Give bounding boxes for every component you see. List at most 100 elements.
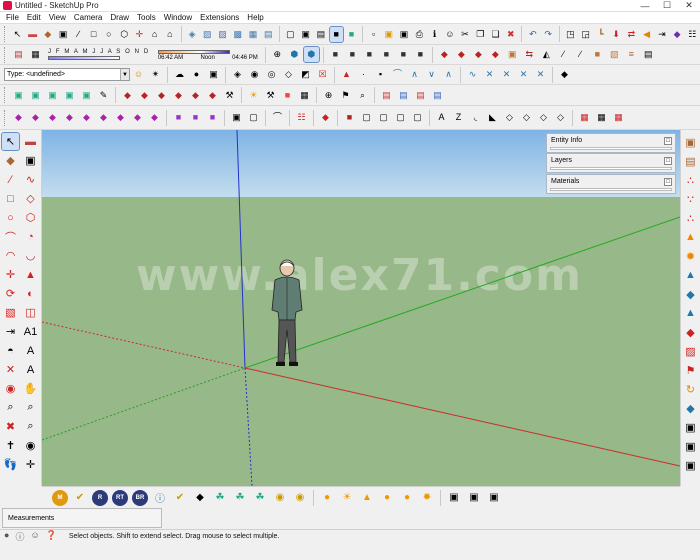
frame-2-icon[interactable]: ▣ [466,490,482,506]
stair-icon[interactable]: ┗ [594,27,607,42]
push-pull-icon[interactable]: ⬇ [609,27,622,42]
menu-view[interactable]: View [45,13,70,22]
3d-text-tool-icon[interactable]: A [22,361,39,378]
purple-cube-1-icon[interactable]: ■ [171,110,186,125]
push-pull-tool-icon[interactable]: ▲ [22,266,39,283]
materials-title[interactable]: Materials [551,178,579,185]
right-view-icon[interactable]: ▩ [231,27,244,42]
shape-d-icon[interactable]: ▨ [683,342,699,360]
settings-icon[interactable]: ◉ [292,490,308,506]
shape-1-icon[interactable]: ◈ [230,67,245,82]
previous-view-tool-icon[interactable]: ⌕ [22,418,39,435]
orbit-tool-icon[interactable]: ◉ [2,380,19,397]
section-tool-icon[interactable]: ✛ [22,456,39,473]
protractor-tool-icon[interactable]: ◓ [2,342,19,359]
shape-c-icon[interactable]: ◆ [683,323,699,341]
search-icon[interactable]: ⌕ [355,88,370,103]
badge-rt-icon[interactable]: RT [112,489,128,506]
solid-5-icon[interactable]: ▣ [79,88,94,103]
shadow-date-track[interactable] [48,56,120,60]
pan-tool-icon[interactable]: ✋ [22,380,39,397]
tag-ok-icon[interactable]: ✔ [72,490,88,506]
cross-3-icon[interactable]: ✕ [516,67,531,82]
print-icon[interactable]: ⎙ [413,27,426,42]
bevel-4-icon[interactable]: ◇ [553,110,568,125]
smoove-icon[interactable]: ◭ [539,47,554,62]
save-icon[interactable]: ▣ [397,27,410,42]
triangle-icon[interactable]: ▲ [339,67,354,82]
curve-5-icon[interactable]: ∿ [465,67,480,82]
hidden-line-icon[interactable]: ▤ [314,27,327,42]
box-2-icon[interactable]: ▢ [376,110,391,125]
erase-icon[interactable]: ✖ [504,27,517,42]
user-status-icon[interactable]: ☺ [30,530,39,543]
entity-info-close-icon[interactable]: □ [664,136,672,145]
polygon-tool-icon[interactable]: ⬡ [22,209,39,226]
flag-icon[interactable]: ⚑ [683,361,699,379]
shape-5-icon[interactable]: ◩ [298,67,313,82]
circle-icon[interactable]: ○ [102,27,115,42]
grid-2-icon[interactable]: ▦ [594,110,609,125]
curve-2-icon[interactable]: ∧ [407,67,422,82]
compass-icon[interactable]: ⊕ [321,88,336,103]
menu-edit[interactable]: Edit [23,13,45,22]
frame-icon[interactable]: ▣ [229,110,244,125]
position-camera-tool-icon[interactable]: ✝ [2,437,19,454]
orbit-icon[interactable]: ⊕ [270,47,285,62]
solid-2-icon[interactable]: ▣ [28,88,43,103]
text-z-icon[interactable]: Z [451,110,466,125]
dot-icon[interactable]: ▪ [373,67,388,82]
maximize-button[interactable]: ☐ [656,0,678,12]
plugin-9-icon[interactable]: ◆ [147,110,162,125]
tools-icon[interactable]: ⚒ [263,88,278,103]
cross-1-icon[interactable]: ✕ [482,67,497,82]
light-4-icon[interactable]: ● [379,490,395,506]
shape-3-icon[interactable]: ◎ [264,67,279,82]
intersect-icon[interactable]: ■ [328,47,343,62]
extend-1-icon[interactable]: ◆ [120,88,135,103]
back-view-icon[interactable]: ▦ [246,27,259,42]
move-icon[interactable]: ✛ [133,27,146,42]
make-component-icon[interactable]: ▣ [57,27,70,42]
dimension-tool-icon[interactable]: A1 [22,323,39,340]
iso-view-icon[interactable]: ◈ [185,27,198,42]
menu-file[interactable]: File [2,13,23,22]
model-info-icon[interactable]: ℹ [428,27,441,42]
circle-tool-icon[interactable]: ○ [2,209,19,226]
cross-2-icon[interactable]: ✕ [499,67,514,82]
layers-title[interactable]: Layers [551,157,572,164]
layers-close-icon[interactable]: □ [664,156,672,165]
stack-1-icon[interactable]: ▤ [379,88,394,103]
minimize-button[interactable]: — [634,0,656,12]
bevel-2-icon[interactable]: ◇ [519,110,534,125]
select-tool-icon[interactable]: ↖ [1,132,20,151]
menu-help[interactable]: Help [243,13,267,22]
top-view-icon[interactable]: ▧ [201,27,214,42]
badge-r-icon[interactable]: R [92,489,108,506]
gem-icon[interactable]: ◆ [192,490,208,506]
tag-icon-2[interactable]: ✔ [172,490,188,506]
menu-window[interactable]: Window [160,13,196,22]
home-icon[interactable]: ⌂ [148,27,161,42]
menu-draw[interactable]: Draw [106,13,133,22]
redo-icon[interactable]: ↷ [542,27,555,42]
frame-3-icon[interactable]: ▣ [486,490,502,506]
follow-me-tool-icon[interactable]: ◐ [22,285,39,302]
frame-1-icon[interactable]: ▣ [446,490,462,506]
zoom-window-tool-icon[interactable]: ⌕ [22,399,39,416]
image-icon[interactable]: ▦ [297,88,312,103]
trim-icon[interactable]: ■ [379,47,394,62]
new-icon[interactable]: ▫ [367,27,380,42]
palm-icon[interactable]: ☘ [212,490,228,506]
cube-1-icon[interactable]: ▣ [683,418,699,436]
plugin-8-icon[interactable]: ◆ [130,110,145,125]
tree-icon[interactable]: ☷ [294,110,309,125]
extension-warehouse-icon[interactable]: ◆ [471,47,486,62]
materials-close-icon[interactable]: □ [664,177,672,186]
user-icon[interactable]: ☺ [443,27,456,42]
text-a-icon[interactable]: A [434,110,449,125]
bevel-1-icon[interactable]: ◇ [502,110,517,125]
box-3-icon[interactable]: ▢ [393,110,408,125]
stairs-plugin-icon[interactable]: ▤ [641,47,656,62]
line-icon[interactable]: ∕ [72,27,85,42]
